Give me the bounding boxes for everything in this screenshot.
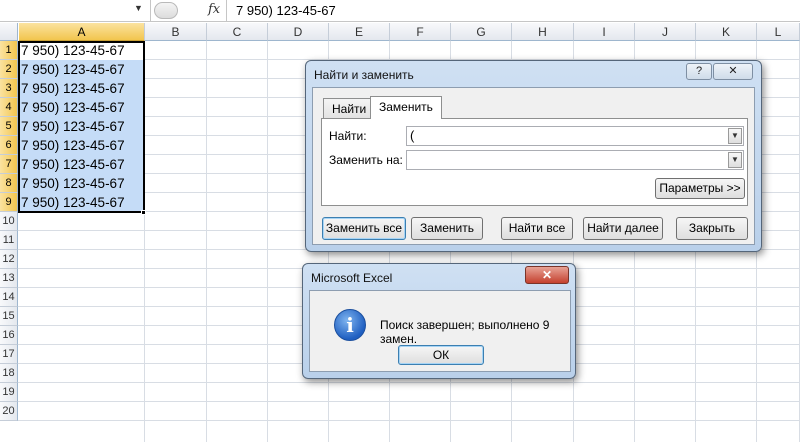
- formula-input[interactable]: 7 950) 123-45-67: [236, 3, 336, 18]
- tab-find-label: Найти: [332, 102, 367, 116]
- ok-button[interactable]: ОК: [398, 345, 484, 365]
- fill-handle[interactable]: [141, 210, 146, 215]
- tab-replace[interactable]: Заменить: [370, 96, 442, 119]
- row-header-8[interactable]: 8: [0, 174, 18, 193]
- row-header-7[interactable]: 7: [0, 155, 18, 174]
- row-header-19[interactable]: 19: [0, 383, 18, 402]
- find-next-button[interactable]: Найти далее: [583, 217, 663, 240]
- row-header-20[interactable]: 20: [0, 402, 18, 421]
- replace-tab-panel: Найти: ( ▼ Заменить на: ▼ Параметры >>: [321, 118, 748, 206]
- cell-a9[interactable]: 7 950) 123-45-67: [19, 193, 144, 212]
- row-header-9[interactable]: 9: [0, 193, 18, 212]
- cell-a3[interactable]: 7 950) 123-45-67: [19, 79, 144, 98]
- row-header-10[interactable]: 10: [0, 212, 18, 231]
- tab-find[interactable]: Найти: [323, 98, 376, 119]
- row-header-17[interactable]: 17: [0, 345, 18, 364]
- find-replace-title: Найти и заменить: [314, 68, 414, 82]
- column-header-b[interactable]: B: [145, 23, 207, 41]
- message-box-close-button[interactable]: ✕: [525, 266, 569, 284]
- cell-a6[interactable]: 7 950) 123-45-67: [19, 136, 144, 155]
- replace-button[interactable]: Заменить: [411, 217, 483, 240]
- column-header-k[interactable]: K: [696, 23, 757, 41]
- message-box-client: i Поиск завершен; выполнено 9 замен. ОК: [309, 290, 571, 372]
- replace-input[interactable]: ▼: [406, 150, 744, 170]
- column-header-d[interactable]: D: [268, 23, 329, 41]
- row-header-3[interactable]: 3: [0, 79, 18, 98]
- tab-replace-label: Заменить: [379, 100, 433, 114]
- close-button[interactable]: Закрыть: [676, 217, 748, 240]
- gridline: [18, 382, 800, 383]
- find-input-value: (: [410, 128, 415, 143]
- row-header-4[interactable]: 4: [0, 98, 18, 117]
- dialog-close-button[interactable]: ✕: [713, 63, 753, 80]
- row-header-13[interactable]: 13: [0, 269, 18, 288]
- column-header-f[interactable]: F: [390, 23, 451, 41]
- options-button[interactable]: Параметры >>: [655, 178, 745, 199]
- find-all-button[interactable]: Найти все: [501, 217, 573, 240]
- row-header-1[interactable]: 1: [0, 41, 18, 60]
- row-header-6[interactable]: 6: [0, 136, 18, 155]
- row-header-18[interactable]: 18: [0, 364, 18, 383]
- cell-a2[interactable]: 7 950) 123-45-67: [19, 60, 144, 79]
- gridline: [18, 401, 800, 402]
- row-header-15[interactable]: 15: [0, 307, 18, 326]
- find-dropdown-icon[interactable]: ▼: [728, 128, 742, 144]
- column-header-a[interactable]: A: [19, 23, 145, 41]
- help-button[interactable]: ?: [686, 63, 712, 80]
- replace-label: Заменить на:: [329, 153, 403, 167]
- column-header-h[interactable]: H: [512, 23, 574, 41]
- find-replace-client: Найти Заменить Найти: ( ▼ Заменить на: ▼…: [312, 87, 755, 245]
- info-icon: i: [334, 309, 366, 341]
- column-header-l[interactable]: L: [757, 23, 800, 41]
- replace-all-button[interactable]: Заменить все: [322, 217, 406, 240]
- find-input[interactable]: ( ▼: [406, 126, 744, 146]
- find-label: Найти:: [329, 129, 367, 143]
- message-box-dialog: Microsoft Excel ✕ i Поиск завершен; выпо…: [302, 263, 576, 379]
- row-header-11[interactable]: 11: [0, 231, 18, 250]
- column-header-j[interactable]: J: [635, 23, 696, 41]
- column-header-i[interactable]: I: [574, 23, 635, 41]
- cell-a7[interactable]: 7 950) 123-45-67: [19, 155, 144, 174]
- replace-dropdown-icon[interactable]: ▼: [728, 152, 742, 168]
- gridline: [18, 420, 800, 421]
- message-box-title: Microsoft Excel: [311, 271, 393, 285]
- row-header-5[interactable]: 5: [0, 117, 18, 136]
- column-header-c[interactable]: C: [207, 23, 268, 41]
- formula-bar-handle[interactable]: [154, 2, 178, 19]
- find-replace-dialog: Найти и заменить ? ✕ Найти Заменить Найт…: [305, 60, 762, 252]
- insert-function-icon[interactable]: fx: [208, 2, 220, 17]
- select-all-corner[interactable]: [0, 23, 18, 41]
- message-text: Поиск завершен; выполнено 9 замен.: [380, 318, 550, 346]
- row-header-12[interactable]: 12: [0, 250, 18, 269]
- cell-a5[interactable]: 7 950) 123-45-67: [19, 117, 144, 136]
- column-header-g[interactable]: G: [451, 23, 512, 41]
- cell-a4[interactable]: 7 950) 123-45-67: [19, 98, 144, 117]
- formula-bar: ▼ fx 7 950) 123-45-67: [0, 0, 800, 22]
- column-header-e[interactable]: E: [329, 23, 390, 41]
- row-header-14[interactable]: 14: [0, 288, 18, 307]
- cell-a8[interactable]: 7 950) 123-45-67: [19, 174, 144, 193]
- cell-a1[interactable]: 7 950) 123-45-67: [19, 41, 144, 60]
- name-box-dropdown-icon[interactable]: ▼: [134, 3, 143, 13]
- row-header-2[interactable]: 2: [0, 60, 18, 79]
- row-header-16[interactable]: 16: [0, 326, 18, 345]
